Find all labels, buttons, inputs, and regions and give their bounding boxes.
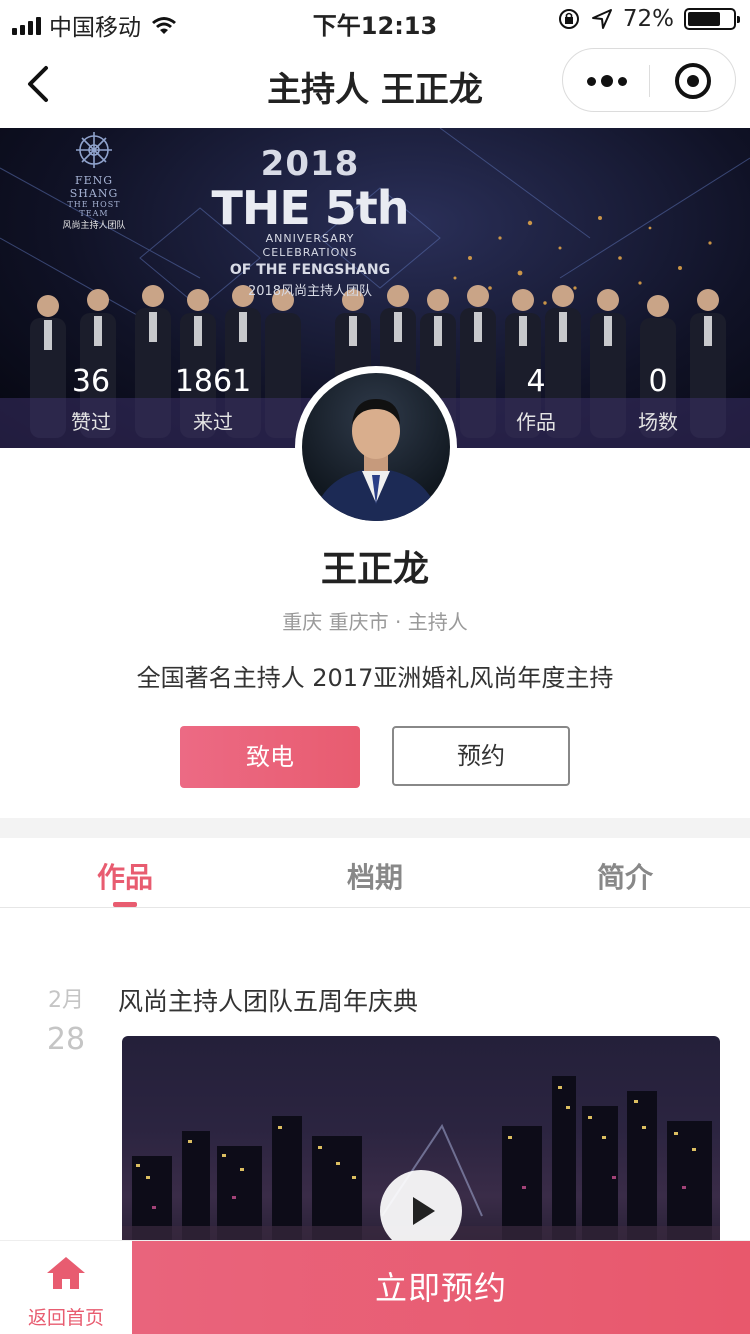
event-the: THE 5th	[211, 181, 409, 235]
avatar[interactable]	[295, 366, 457, 528]
post-date: 2月 28	[40, 982, 92, 1057]
tab-works[interactable]: 作品	[0, 856, 250, 896]
stat-visits-label: 来过	[193, 410, 233, 434]
battery-percent: 72%	[622, 6, 674, 32]
home-button[interactable]: 返回首页	[0, 1241, 132, 1334]
brand-cn: 风尚主持人团队	[62, 221, 126, 231]
avatar-photo	[302, 373, 450, 521]
battery-icon	[684, 8, 740, 30]
brand-team: THE HOST TEAM	[67, 200, 121, 218]
event-of: OF THE FENGSHANG	[229, 262, 391, 278]
stat-visits: 1861 来过	[170, 364, 256, 435]
stat-visits-value: 1861	[174, 364, 252, 399]
section-divider	[0, 818, 750, 838]
tab-schedule[interactable]: 档期	[250, 856, 500, 896]
brand-logo: FENG SHANG THE HOST TEAM 风尚主持人团队	[54, 170, 134, 231]
post-day: 28	[46, 1022, 86, 1057]
stat-likes: 36 赞过	[52, 364, 130, 435]
video-thumbnail[interactable]	[122, 1036, 720, 1266]
stat-shows-value: 0	[648, 364, 668, 399]
stat-likes-value: 36	[71, 364, 111, 399]
stat-shows-label: 场数	[638, 410, 678, 434]
book-now-button[interactable]: 立即预约	[132, 1241, 750, 1334]
bottom-bar: 返回首页 立即预约	[0, 1240, 750, 1334]
profile-bio: 全国著名主持人 2017亚洲婚礼风尚年度主持	[136, 664, 614, 692]
tab-active-indicator	[113, 902, 137, 907]
post-month: 2月	[48, 988, 84, 1013]
home-icon	[47, 1257, 85, 1289]
stat-likes-label: 赞过	[71, 410, 111, 434]
event-title: 2018 THE 5th ANNIVERSARY CELEBRATIONS OF…	[210, 144, 410, 299]
more-dots-icon[interactable]	[587, 69, 627, 93]
profile-name: 王正龙	[320, 549, 429, 590]
stat-works: 4 作品	[496, 364, 576, 435]
tab-intro[interactable]: 简介	[500, 856, 750, 896]
post-title[interactable]: 风尚主持人团队五周年庆典	[118, 982, 418, 1018]
mini-program-close-icon[interactable]	[675, 63, 711, 99]
battery-fill	[688, 12, 720, 26]
call-button[interactable]: 致电	[180, 726, 360, 788]
event-year: 2018	[260, 144, 360, 184]
stat-shows: 0 场数	[618, 364, 698, 435]
status-bar: 中国移动 下午12:13 72%	[0, 0, 750, 41]
capsule-divider	[649, 65, 650, 97]
mini-program-capsule	[562, 48, 736, 112]
event-celebrations: CELEBRATIONS	[262, 246, 358, 259]
home-label: 返回首页	[27, 1307, 104, 1329]
book-button[interactable]: 预约	[392, 726, 570, 786]
tab-bar: 作品 档期 简介	[0, 838, 750, 908]
status-right: 72%	[557, 6, 740, 32]
rotation-lock-icon	[558, 9, 579, 29]
stat-works-label: 作品	[516, 410, 556, 434]
nav-bar: 主持人 王正龙	[0, 40, 750, 128]
brand-name: FENG SHANG	[69, 174, 119, 200]
location-arrow-icon	[591, 9, 612, 29]
event-cn: 2018风尚主持人团队	[247, 284, 373, 299]
profile-meta: 重庆 重庆市 · 主持人	[282, 610, 468, 634]
stat-works-value: 4	[526, 364, 546, 399]
